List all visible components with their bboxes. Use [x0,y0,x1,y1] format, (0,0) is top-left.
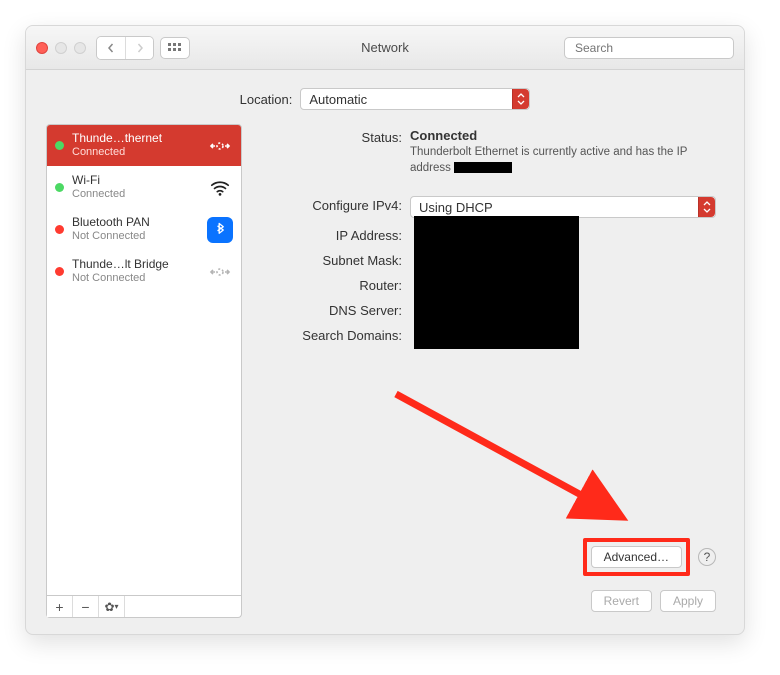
nav-buttons [96,36,154,60]
show-all-button[interactable] [160,37,190,59]
list-footer: + − ✿▾ [46,596,242,618]
sidebar-item-thunderbolt-bridge[interactable]: Thunde…lt Bridge Not Connected [47,251,241,293]
bluetooth-icon [207,217,233,243]
chevron-updown-icon [512,89,529,109]
help-button[interactable]: ? [698,548,716,566]
sidebar-item-status: Not Connected [72,230,150,243]
sidebar-item-bluetooth-pan[interactable]: Bluetooth PAN Not Connected [47,209,241,251]
configure-ipv4-label: Configure IPv4: [264,196,410,213]
sidebar-item-label: Thunde…thernet [72,132,162,146]
subnet-mask-label: Subnet Mask: [264,251,410,268]
traffic-lights [36,42,86,54]
sidebar-item-status: Connected [72,188,125,201]
sidebar-item-thunderbolt-ethernet[interactable]: Thunde…thernet Connected [47,125,241,167]
apply-button[interactable]: Apply [660,590,716,612]
ethernet-icon [207,133,233,159]
interface-actions-button[interactable]: ✿▾ [99,596,125,617]
forward-button[interactable] [125,37,153,59]
remove-interface-button[interactable]: − [73,596,99,617]
location-label: Location: [240,92,293,107]
status-label: Status: [264,128,410,145]
redacted-block [414,216,579,349]
search-domains-label: Search Domains: [264,326,410,343]
wifi-icon [207,175,233,201]
status-description: Thunderbolt Ethernet is currently active… [410,145,690,176]
sidebar-item-label: Thunde…lt Bridge [72,258,169,272]
advanced-button[interactable]: Advanced… [591,546,682,568]
search-input[interactable] [575,41,730,55]
status-dot [55,225,64,234]
interface-list[interactable]: Thunde…thernet Connected Wi-Fi Connected [46,124,242,596]
main-panel: Status: Connected Thunderbolt Ethernet i… [256,124,724,618]
close-button[interactable] [36,42,48,54]
back-button[interactable] [97,37,125,59]
location-row: Location: Automatic [26,70,744,124]
sidebar-item-wifi[interactable]: Wi-Fi Connected [47,167,241,209]
titlebar: Network [26,26,744,70]
ip-address-label: IP Address: [264,226,410,243]
add-interface-button[interactable]: + [47,596,73,617]
configure-ipv4-value: Using DHCP [419,200,493,215]
redacted-ip [454,162,512,173]
minimize-button[interactable] [55,42,67,54]
dns-server-label: DNS Server: [264,301,410,318]
status-dot [55,267,64,276]
ethernet-icon [207,259,233,285]
advanced-highlight: Advanced… [583,538,690,576]
router-label: Router: [264,276,410,293]
sidebar-item-label: Bluetooth PAN [72,216,150,230]
body: Thunde…thernet Connected Wi-Fi Connected [26,124,744,634]
status-dot [55,141,64,150]
zoom-button[interactable] [74,42,86,54]
status-dot [55,183,64,192]
configure-ipv4-select[interactable]: Using DHCP [410,196,716,218]
sidebar-item-label: Wi-Fi [72,174,125,188]
location-select[interactable]: Automatic [300,88,530,110]
chevron-updown-icon [698,197,715,217]
sidebar-item-status: Not Connected [72,272,169,285]
search-field[interactable] [564,37,734,59]
callout-arrow [366,374,666,554]
location-value: Automatic [309,92,367,107]
status-value: Connected [410,128,477,143]
sidebar: Thunde…thernet Connected Wi-Fi Connected [46,124,242,618]
network-prefs-window: Network Location: Automatic Thunde…thern… [25,25,745,635]
revert-button[interactable]: Revert [591,590,652,612]
sidebar-item-status: Connected [72,146,162,159]
